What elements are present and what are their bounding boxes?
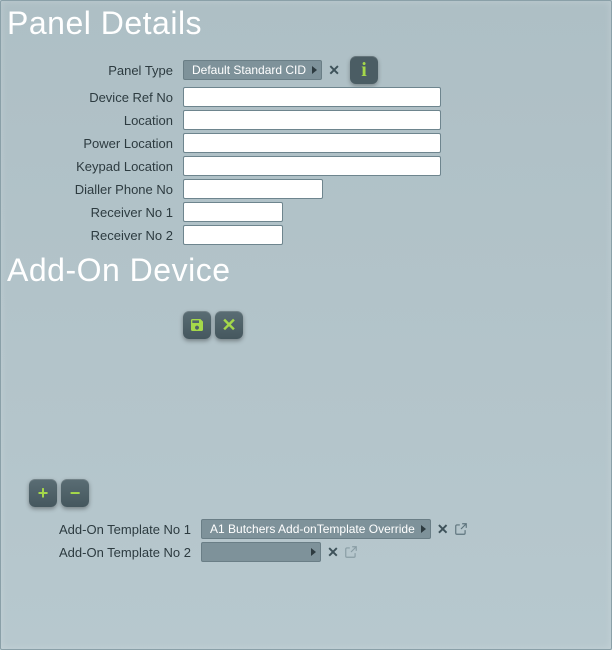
label-location: Location bbox=[1, 113, 183, 128]
label-device-ref-no: Device Ref No bbox=[1, 90, 183, 105]
close-icon: ✕ bbox=[437, 521, 449, 538]
row-addon-template-2: Add-On Template No 2 ✕ bbox=[1, 542, 611, 562]
receiver-no-2-input[interactable] bbox=[183, 225, 283, 245]
save-icon bbox=[189, 317, 205, 333]
addon-template-1-open-button[interactable] bbox=[453, 521, 469, 537]
panel-details-heading: Panel Details bbox=[1, 1, 611, 50]
panel-type-clear-button[interactable]: ✕ bbox=[326, 62, 342, 78]
row-receiver-no-2: Receiver No 2 bbox=[1, 225, 611, 245]
close-icon: ✕ bbox=[328, 62, 340, 79]
remove-template-button[interactable]: − bbox=[61, 479, 89, 507]
save-button[interactable] bbox=[183, 311, 211, 339]
row-panel-type: Panel Type Default Standard CID ✕ i bbox=[1, 56, 611, 84]
row-keypad-location: Keypad Location bbox=[1, 156, 611, 176]
keypad-location-input[interactable] bbox=[183, 156, 441, 176]
label-keypad-location: Keypad Location bbox=[1, 159, 183, 174]
cancel-button[interactable]: ✕ bbox=[215, 311, 243, 339]
panel-type-value: Default Standard CID bbox=[192, 63, 306, 77]
device-ref-no-input[interactable] bbox=[183, 87, 441, 107]
location-input[interactable] bbox=[183, 110, 441, 130]
addon-device-toolbar: ✕ bbox=[183, 311, 611, 339]
addon-template-2-picker[interactable] bbox=[201, 542, 321, 562]
addon-template-1-picker[interactable]: A1 Butchers Add-onTemplate Override bbox=[201, 519, 431, 539]
addon-template-1-value: A1 Butchers Add-onTemplate Override bbox=[210, 522, 415, 536]
addon-template-toolbar: + − bbox=[29, 479, 611, 507]
panel-type-picker[interactable]: Default Standard CID bbox=[183, 60, 322, 80]
label-panel-type: Panel Type bbox=[1, 63, 183, 78]
row-dialler-phone-no: Dialler Phone No bbox=[1, 179, 611, 199]
label-dialler-phone-no: Dialler Phone No bbox=[1, 182, 183, 197]
chevron-right-icon bbox=[312, 66, 317, 74]
row-power-location: Power Location bbox=[1, 133, 611, 153]
close-icon: ✕ bbox=[327, 544, 339, 561]
chevron-right-icon bbox=[311, 548, 316, 556]
label-receiver-no-1: Receiver No 1 bbox=[1, 205, 183, 220]
power-location-input[interactable] bbox=[183, 133, 441, 153]
external-link-icon bbox=[454, 522, 468, 536]
panel-details-container: Panel Details Panel Type Default Standar… bbox=[0, 0, 612, 650]
label-addon-template-1: Add-On Template No 1 bbox=[1, 522, 201, 537]
label-addon-template-2: Add-On Template No 2 bbox=[1, 545, 201, 560]
row-device-ref-no: Device Ref No bbox=[1, 87, 611, 107]
plus-icon: + bbox=[38, 483, 49, 504]
addon-device-heading: Add-On Device bbox=[1, 248, 611, 297]
add-template-button[interactable]: + bbox=[29, 479, 57, 507]
row-location: Location bbox=[1, 110, 611, 130]
receiver-no-1-input[interactable] bbox=[183, 202, 283, 222]
label-receiver-no-2: Receiver No 2 bbox=[1, 228, 183, 243]
label-power-location: Power Location bbox=[1, 136, 183, 151]
row-receiver-no-1: Receiver No 1 bbox=[1, 202, 611, 222]
chevron-right-icon bbox=[421, 525, 426, 533]
addon-template-2-open-button[interactable] bbox=[343, 544, 359, 560]
info-icon: i bbox=[361, 59, 367, 82]
close-icon: ✕ bbox=[221, 315, 236, 336]
row-addon-template-1: Add-On Template No 1 A1 Butchers Add-onT… bbox=[1, 519, 611, 539]
external-link-icon bbox=[344, 545, 358, 559]
minus-icon: − bbox=[70, 483, 81, 504]
addon-template-2-clear-button[interactable]: ✕ bbox=[325, 544, 341, 560]
panel-type-info-button[interactable]: i bbox=[350, 56, 378, 84]
dialler-phone-no-input[interactable] bbox=[183, 179, 323, 199]
addon-template-1-clear-button[interactable]: ✕ bbox=[435, 521, 451, 537]
